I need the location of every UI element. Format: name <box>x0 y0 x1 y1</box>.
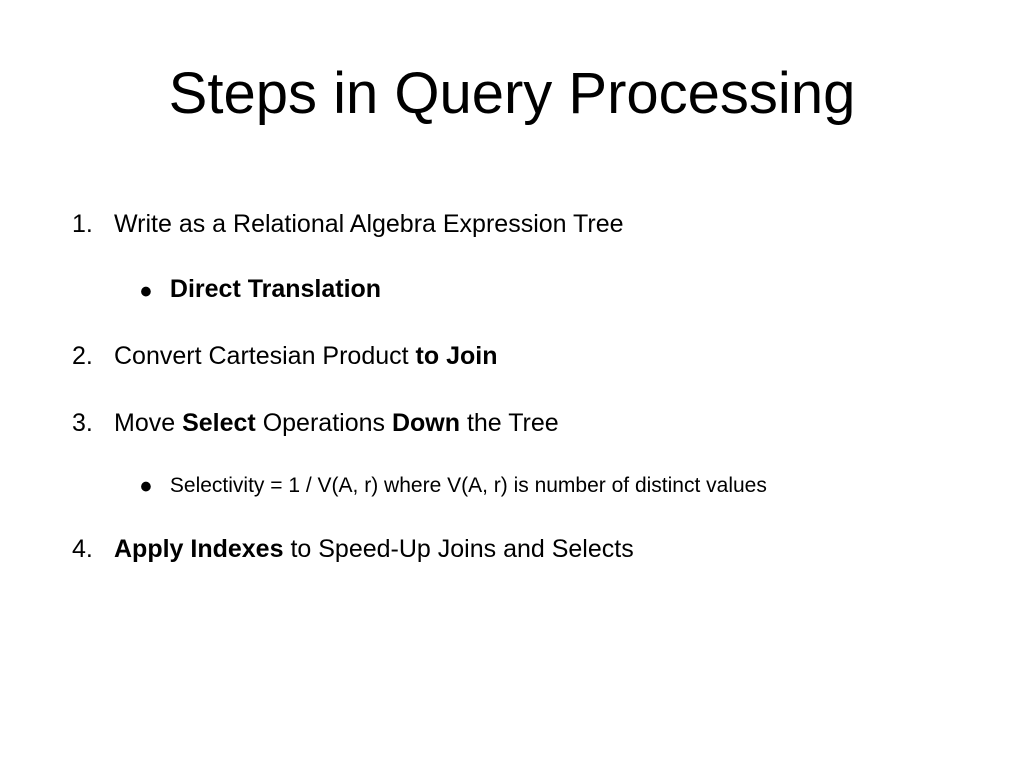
item-text-prefix: Move <box>114 409 182 437</box>
item-text-suffix: to Speed-Up Joins and Selects <box>284 535 634 563</box>
item-content: Convert Cartesian Product to Join <box>114 339 954 374</box>
list-item: 4. Apply Indexes to Speed-Up Joins and S… <box>70 532 954 567</box>
sub-item-text: Selectivity = 1 / V(A, r) where V(A, r) … <box>170 471 767 500</box>
item-text-suffix: Operations <box>256 409 392 437</box>
item-content: Apply Indexes to Speed-Up Joins and Sele… <box>114 532 954 567</box>
sub-item: • Selectivity = 1 / V(A, r) where V(A, r… <box>140 471 954 500</box>
item-content: Write as a Relational Algebra Expression… <box>114 207 954 307</box>
item-text-bold2: Down <box>392 409 460 437</box>
sub-item-text: Direct Translation <box>170 272 381 307</box>
bullet-icon: • <box>140 284 152 301</box>
item-number: 4. <box>70 532 114 567</box>
item-text-bold: Select <box>182 409 256 437</box>
list-item: 3. Move Select Operations Down the Tree … <box>70 406 954 500</box>
ordered-list: 1. Write as a Relational Algebra Express… <box>70 207 954 567</box>
item-content: Move Select Operations Down the Tree • S… <box>114 406 954 500</box>
item-number: 1. <box>70 207 114 307</box>
slide-title: Steps in Query Processing <box>70 60 954 127</box>
item-number: 2. <box>70 339 114 374</box>
bullet-icon: • <box>140 479 152 496</box>
item-text-suffix2: the Tree <box>460 409 559 437</box>
list-item: 1. Write as a Relational Algebra Express… <box>70 207 954 307</box>
item-text: Write as a Relational Algebra Expression… <box>114 210 624 238</box>
list-item: 2. Convert Cartesian Product to Join <box>70 339 954 374</box>
item-text-bold: Apply Indexes <box>114 535 284 563</box>
sub-item: • Direct Translation <box>140 272 954 307</box>
item-text-prefix: Convert Cartesian Product <box>114 342 416 370</box>
item-number: 3. <box>70 406 114 500</box>
item-text-bold: to Join <box>416 342 498 370</box>
